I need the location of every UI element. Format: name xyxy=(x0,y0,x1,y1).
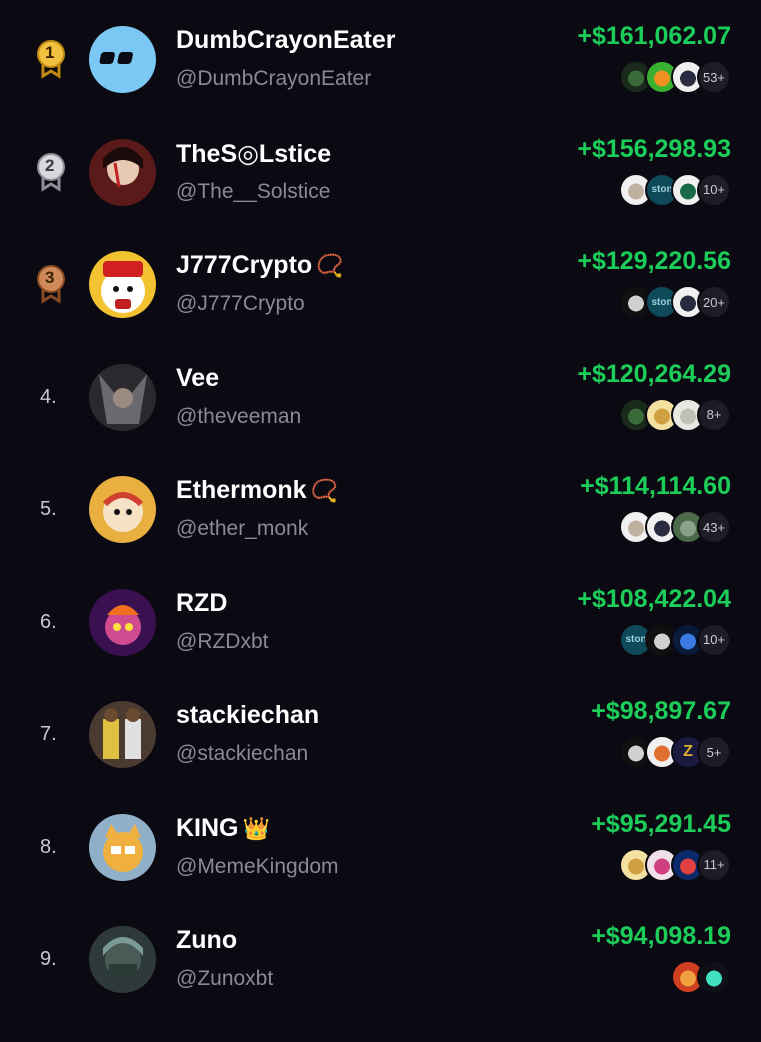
trader-name-text: KING xyxy=(176,813,239,842)
name-emoji-icon: 📿 xyxy=(316,253,344,278)
avatar[interactable] xyxy=(89,926,156,993)
trader-name-text: TheS◎Lstice xyxy=(176,139,332,168)
rank-indicator: 9. xyxy=(26,940,72,980)
trader-name-text: RZD xyxy=(176,588,228,617)
trader-name[interactable]: J777Crypto 📿 xyxy=(176,251,344,280)
trader-name[interactable]: RZD xyxy=(176,589,227,618)
token-stack[interactable] xyxy=(671,960,731,994)
avatar[interactable] xyxy=(89,476,156,543)
avatar[interactable] xyxy=(89,701,156,768)
rank-number: 5. xyxy=(40,498,57,520)
trader-handle[interactable]: @The__Solstice xyxy=(176,180,330,204)
rank-number: 4. xyxy=(40,385,57,408)
trader-name[interactable]: stackiechan xyxy=(176,701,319,730)
token-stack[interactable]: Z 5+ xyxy=(619,735,731,769)
leaderboard-row[interactable]: 1 DumbCrayonEater @DumbCrayonEater +$161,06… xyxy=(0,0,761,112)
more-tokens-count[interactable]: 11+ xyxy=(697,847,731,882)
trader-handle[interactable]: @ether_monk xyxy=(176,517,308,541)
pnl-value: +$161,062.07 xyxy=(577,22,731,50)
token-stack[interactable]: ston 10+ xyxy=(619,622,731,657)
trader-handle[interactable]: @DumbCrayonEater xyxy=(176,67,371,91)
trader-name-text: Ethermonk xyxy=(176,476,307,504)
rank-number: 1 xyxy=(45,43,55,62)
rank-number: 9. xyxy=(40,948,57,970)
token-stack[interactable]: 53+ xyxy=(619,60,731,94)
pnl-value: +$114,114.60 xyxy=(580,472,731,500)
rank-indicator: 2 xyxy=(26,152,72,193)
leaderboard-row[interactable]: 7. stackiechan @stackiechan +$98,897.67 Z 5+ xyxy=(0,675,761,787)
trader-handle[interactable]: @MemeKingdom xyxy=(176,855,339,879)
pnl-value: +$120,264.29 xyxy=(577,359,731,388)
leaderboard-row[interactable]: 8. KING 👑 @MemeKingdom +$95,291.45 11+ xyxy=(0,788,761,900)
trader-handle[interactable]: @RZDxbt xyxy=(176,630,269,654)
trader-name[interactable]: KING 👑 xyxy=(176,814,270,843)
token-stack[interactable]: 43+ xyxy=(619,510,731,544)
solana-token-icon xyxy=(697,960,731,994)
trader-handle[interactable]: @theveeman xyxy=(176,405,301,429)
pnl-value: +$95,291.45 xyxy=(591,809,731,838)
trader-name[interactable]: Vee xyxy=(176,364,219,393)
more-tokens-count[interactable]: 8+ xyxy=(697,397,731,432)
token-stack[interactable]: 11+ xyxy=(619,847,731,882)
trader-handle[interactable]: @Zunoxbt xyxy=(176,967,273,991)
trader-name-text: J777Crypto xyxy=(176,251,313,279)
more-tokens-count[interactable]: 5+ xyxy=(697,735,731,769)
pnl-value: +$108,422.04 xyxy=(577,584,731,613)
leaderboard-row[interactable]: 5. Ethermonk 📿 @ether_monk +$114,114.60 43+ xyxy=(0,450,761,562)
trader-name[interactable]: Zuno xyxy=(176,926,237,955)
trader-name-text: DumbCrayonEater xyxy=(176,26,396,54)
name-emoji-icon: 👑 xyxy=(242,815,270,841)
pnl-value: +$156,298.93 xyxy=(577,134,731,163)
rank-indicator: 8. xyxy=(26,828,72,868)
avatar[interactable] xyxy=(89,251,156,318)
rank-indicator: 6. xyxy=(26,603,72,643)
pnl-value: +$94,098.19 xyxy=(591,922,731,950)
token-stack[interactable]: 8+ xyxy=(619,397,731,432)
trader-name[interactable]: DumbCrayonEater xyxy=(176,26,396,55)
token-stack[interactable]: ston 20+ xyxy=(619,285,731,319)
avatar[interactable] xyxy=(89,363,156,431)
rank-number: 3 xyxy=(45,268,55,287)
avatar[interactable] xyxy=(89,26,156,93)
leaderboard-row[interactable]: 6. RZD @RZDxbt +$108,422.04 ston 10+ xyxy=(0,563,761,675)
more-tokens-count[interactable]: 10+ xyxy=(697,172,731,207)
token-stack[interactable]: ston 10+ xyxy=(619,172,731,207)
rank-indicator: 3 xyxy=(26,265,72,305)
leaderboard-row[interactable]: 4. Vee @theveeman +$120,264.29 8+ xyxy=(0,338,761,450)
rank-number: 6. xyxy=(40,610,57,633)
rank-number: 7. xyxy=(40,723,57,745)
more-tokens-count[interactable]: 43+ xyxy=(697,510,731,544)
leaderboard-row[interactable]: 9. Zuno @Zunoxbt +$94,098.19 xyxy=(0,900,761,1012)
pnl-value: +$129,220.56 xyxy=(577,247,731,275)
rank-number: 2 xyxy=(45,155,55,175)
rank-indicator: 7. xyxy=(26,715,72,755)
more-tokens-count[interactable]: 20+ xyxy=(697,285,731,319)
avatar[interactable] xyxy=(89,588,156,656)
more-tokens-count[interactable]: 10+ xyxy=(697,622,731,657)
avatar[interactable] xyxy=(89,813,156,881)
more-tokens-count[interactable]: 53+ xyxy=(697,60,731,94)
rank-number: 8. xyxy=(40,835,57,858)
rank-indicator: 5. xyxy=(26,490,72,530)
trader-name[interactable]: Ethermonk 📿 xyxy=(176,476,338,505)
rank-indicator: 4. xyxy=(26,378,72,418)
trader-handle[interactable]: @J777Crypto xyxy=(176,292,305,316)
pnl-value: +$98,897.67 xyxy=(591,697,731,725)
rank-indicator: 1 xyxy=(26,40,72,80)
trader-name-text: Vee xyxy=(176,363,220,392)
trader-handle[interactable]: @stackiechan xyxy=(176,742,308,766)
trader-name-text: Zuno xyxy=(176,926,238,954)
trader-name-text: stackiechan xyxy=(176,701,320,729)
leaderboard-row[interactable]: 2 TheS◎Lstice @The__Solstice +$156,298.93 st… xyxy=(0,113,761,225)
avatar[interactable] xyxy=(89,138,156,206)
leaderboard-row[interactable]: 3 J777Crypto 📿 @J777Crypto +$129,220.56 ston 2… xyxy=(0,225,761,337)
trader-name[interactable]: TheS◎Lstice xyxy=(176,139,331,169)
name-emoji-icon: 📿 xyxy=(310,478,338,503)
